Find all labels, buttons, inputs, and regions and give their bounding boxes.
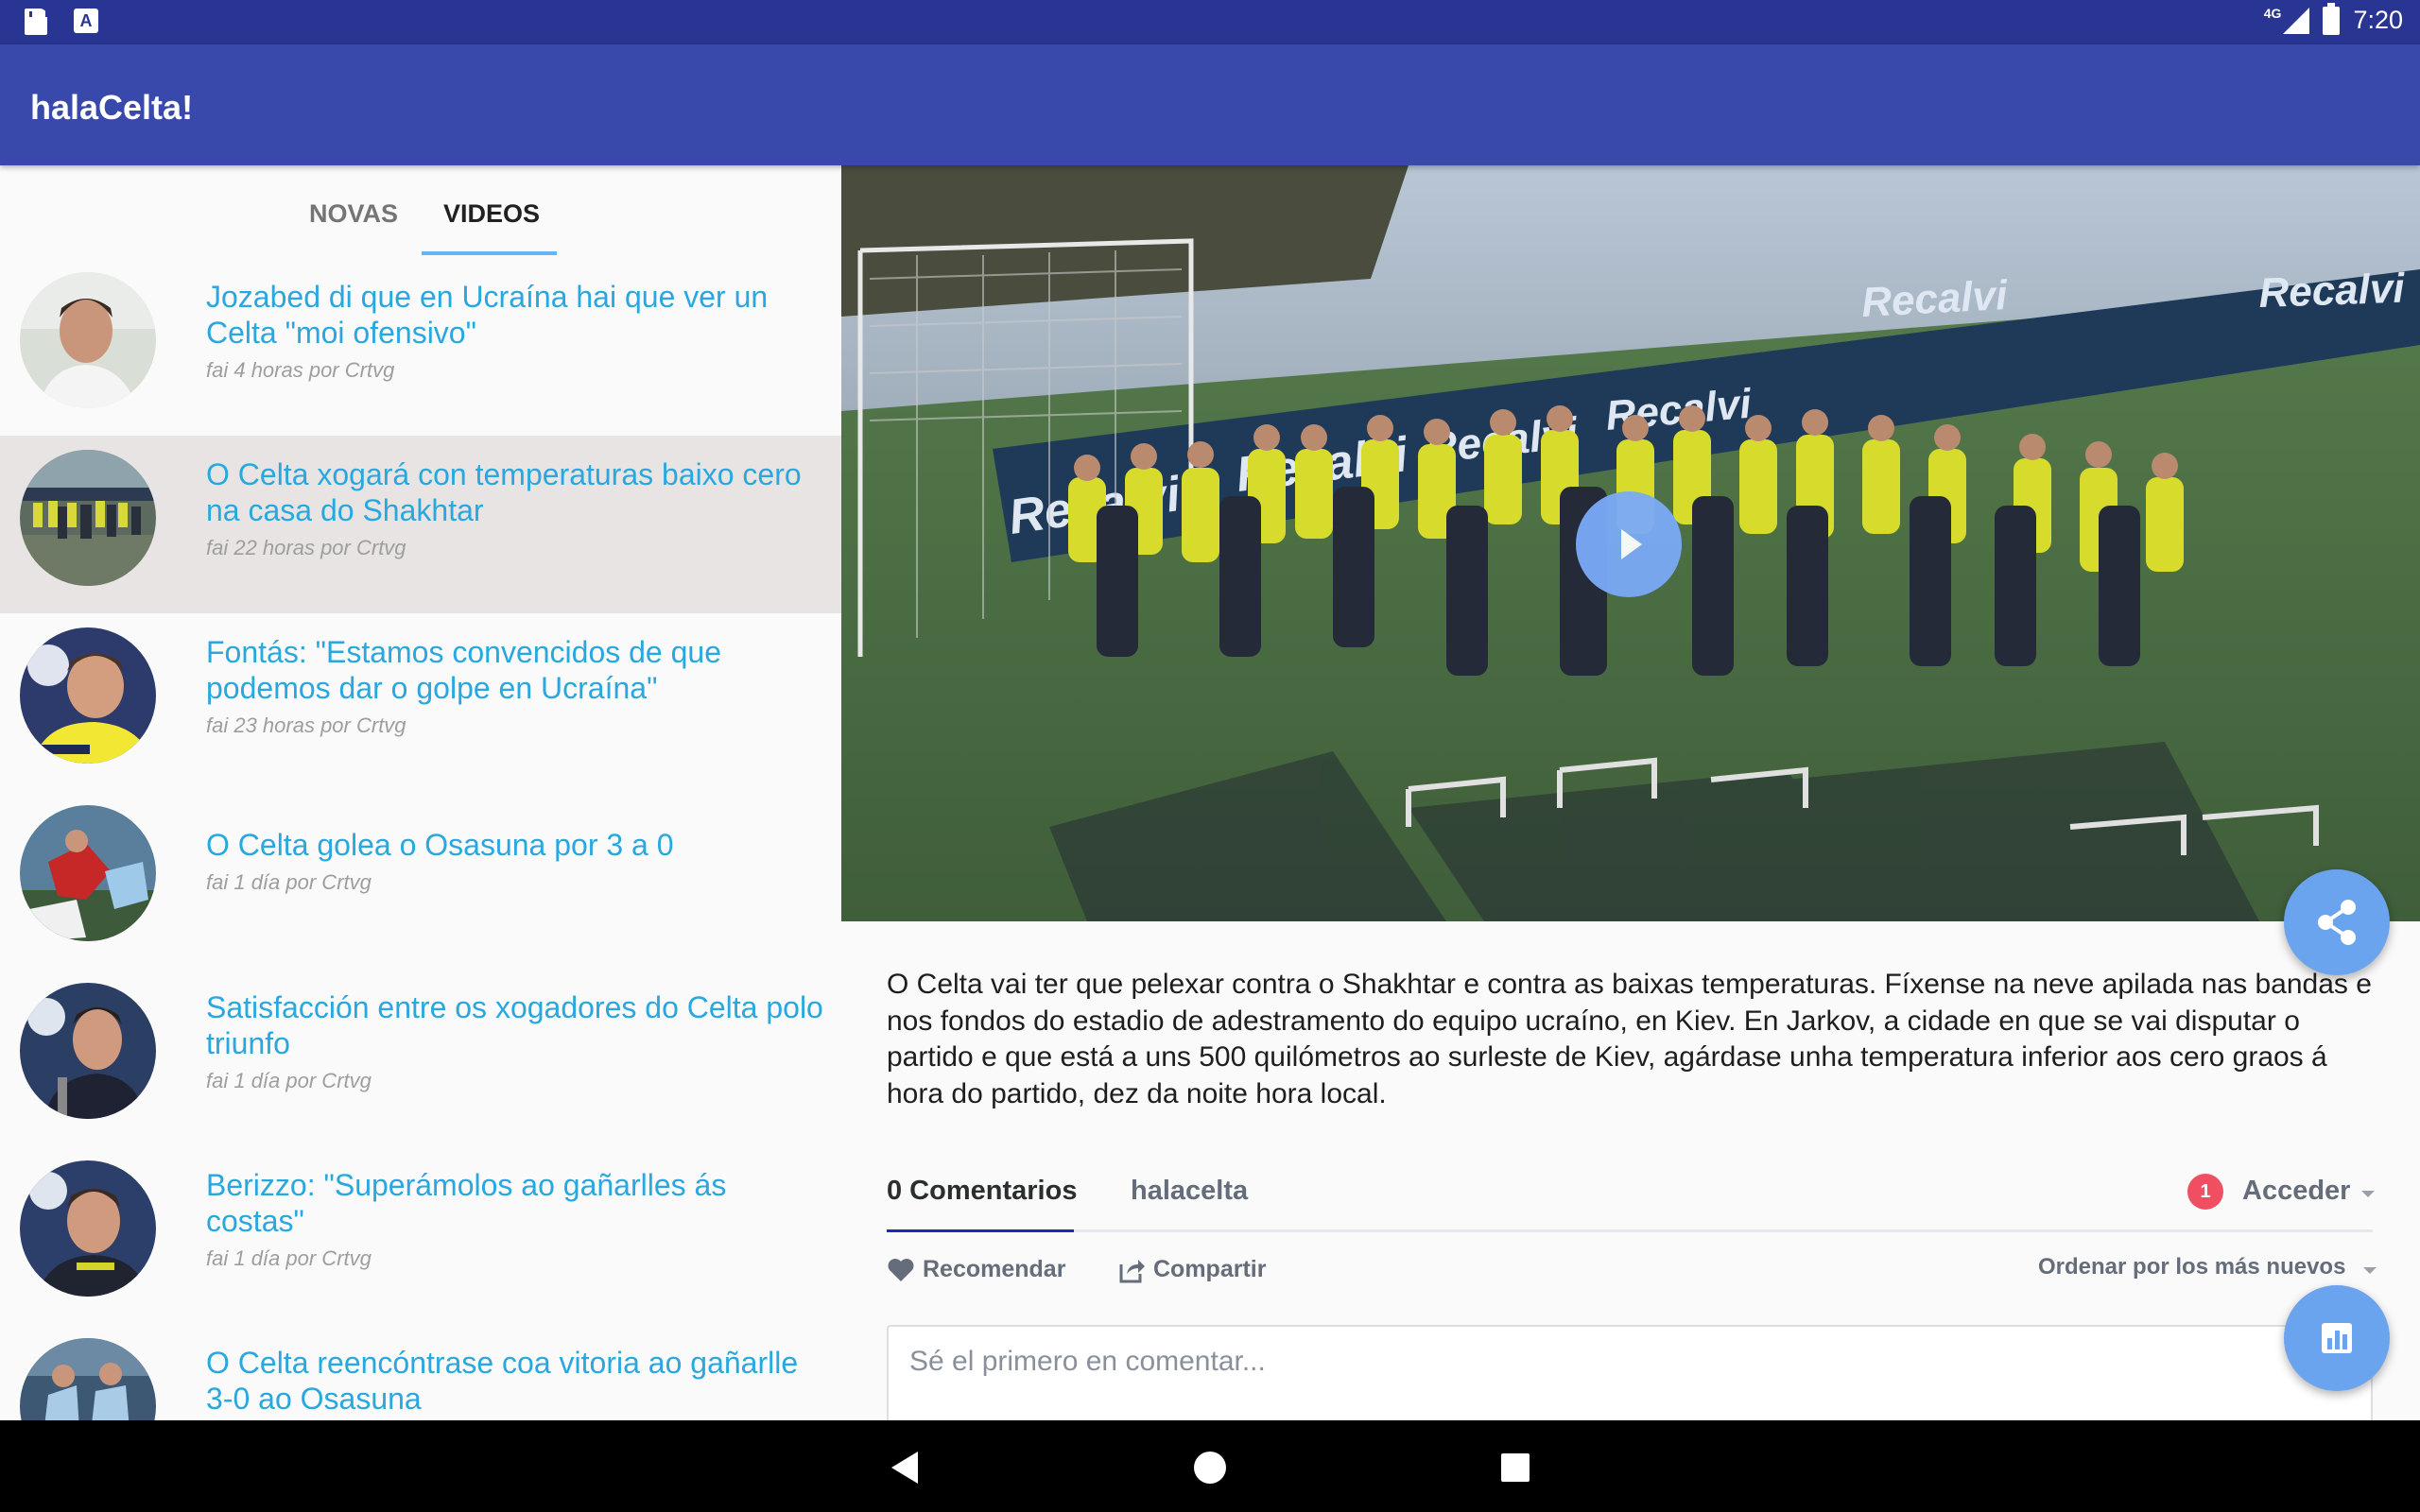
clock: 7:20 <box>2353 6 2403 34</box>
video-thumbnail <box>20 1160 156 1297</box>
video-meta: fai 1 día por Crtvg <box>206 1246 372 1270</box>
home-icon[interactable] <box>1194 1452 1226 1484</box>
video-title[interactable]: Fontás: "Estamos convencidos de que pode… <box>206 634 830 706</box>
sd-card-icon <box>25 9 48 35</box>
recommend-button[interactable]: Recomendar <box>887 1256 1065 1283</box>
back-icon[interactable] <box>891 1452 918 1484</box>
network-type: 4G <box>2263 5 2282 21</box>
video-list-item[interactable]: O Celta reencóntrase coa vitoria ao gaña… <box>0 1324 841 1420</box>
chevron-down-icon <box>2361 1191 2375 1197</box>
navigation-bar <box>0 1420 2420 1512</box>
video-list-item[interactable]: Fontás: "Estamos convencidos de que pode… <box>0 613 841 791</box>
video-description: O Celta vai ter que pelexar contra o Sha… <box>887 969 2372 1109</box>
tab-indicator <box>422 251 557 255</box>
video-title[interactable]: Satisfacción entre os xogadores do Celta… <box>206 989 830 1061</box>
battery-icon <box>2323 2 2341 35</box>
video-meta: fai 1 día por Crtvg <box>206 1069 372 1092</box>
tab-bar: NOVAS VIDEOS <box>0 165 841 258</box>
video-meta: fai 23 horas por Crtvg <box>206 713 406 737</box>
recommend-label: Recomendar <box>923 1256 1066 1282</box>
video-meta: fai 4 horas por Crtvg <box>206 358 395 382</box>
video-thumbnail <box>20 805 156 941</box>
video-title[interactable]: O Celta reencóntrase coa vitoria ao gaña… <box>206 1345 830 1417</box>
video-player[interactable]: Recalvi Recalvi Recalvi Recalvi Recalvi … <box>841 165 2420 921</box>
video-title[interactable]: O Celta golea o Osasuna por 3 a 0 <box>206 827 830 863</box>
banner-text: Recalvi <box>1860 272 2009 326</box>
comment-input[interactable] <box>909 1346 2233 1378</box>
heart-icon <box>888 1258 914 1281</box>
app-title: halaCelta! <box>30 88 194 127</box>
video-meta: fai 1 día por Crtvg <box>206 870 372 894</box>
comment-actions: Recomendar Compartir Ordenar por los más… <box>887 1252 2377 1290</box>
video-list-item[interactable]: Berizzo: "Superámolos ao gañarlles ás co… <box>0 1146 841 1324</box>
play-button[interactable] <box>1576 491 1682 597</box>
app-bar: halaCelta! <box>0 44 2420 165</box>
video-list-item-selected[interactable]: O Celta xogará con temperaturas baixo ce… <box>0 436 841 613</box>
tab-comments-count[interactable]: 0 Comentarios <box>887 1176 1077 1207</box>
status-bar: A 4G 7:20 <box>0 0 2420 44</box>
comments-tab-indicator <box>887 1229 1074 1232</box>
video-thumbnail <box>20 272 156 408</box>
share-icon <box>2318 900 2356 945</box>
share-button[interactable]: Compartir <box>1117 1256 1266 1283</box>
tab-community[interactable]: halacelta <box>1131 1176 1248 1207</box>
tab-videos[interactable]: VIDEOS <box>443 199 540 229</box>
comments-tabs: 0 Comentarios halacelta 1 Acceder <box>887 1172 2375 1232</box>
video-title[interactable]: Berizzo: "Superámolos ao gañarlles ás co… <box>206 1167 830 1239</box>
login-menu[interactable]: Acceder <box>2242 1176 2350 1207</box>
sort-label: Ordenar por los más nuevos <box>2038 1254 2346 1280</box>
chevron-down-icon <box>2363 1267 2377 1274</box>
bar-chart-icon <box>2322 1323 2352 1353</box>
video-thumbnail <box>20 450 156 586</box>
text-a-icon: A <box>74 9 98 33</box>
tab-novas[interactable]: NOVAS <box>309 199 398 229</box>
share-fab[interactable] <box>2284 869 2390 975</box>
sort-dropdown[interactable]: Ordenar por los más nuevos <box>2038 1254 2345 1280</box>
video-list-item[interactable]: Satisfacción entre os xogadores do Celta… <box>0 969 841 1146</box>
video-list-pane: NOVAS VIDEOS Jozabed di que en Ucraína h… <box>0 165 841 1420</box>
video-list: Jozabed di que en Ucraína hai que ver un… <box>0 258 841 1420</box>
notification-badge[interactable]: 1 <box>2187 1174 2223 1210</box>
video-thumbnail <box>20 1338 156 1420</box>
stats-fab[interactable] <box>2284 1285 2390 1391</box>
video-meta: fai 22 horas por Crtvg <box>206 536 406 559</box>
video-title[interactable]: Jozabed di que en Ucraína hai que ver un… <box>206 279 830 351</box>
recents-icon[interactable] <box>1501 1453 1530 1482</box>
share-label: Compartir <box>1153 1256 1267 1282</box>
video-list-item[interactable]: O Celta golea o Osasuna por 3 a 0 fai 1 … <box>0 791 841 969</box>
video-thumbnail <box>20 983 156 1119</box>
signal-icon <box>2283 7 2310 34</box>
video-list-item[interactable]: Jozabed di que en Ucraína hai que ver un… <box>0 258 841 436</box>
banner-text: Recalvi <box>2258 266 2406 317</box>
video-thumbnail <box>20 627 156 764</box>
video-title[interactable]: O Celta xogará con temperaturas baixo ce… <box>206 456 830 528</box>
share-out-icon <box>1119 1259 1145 1282</box>
